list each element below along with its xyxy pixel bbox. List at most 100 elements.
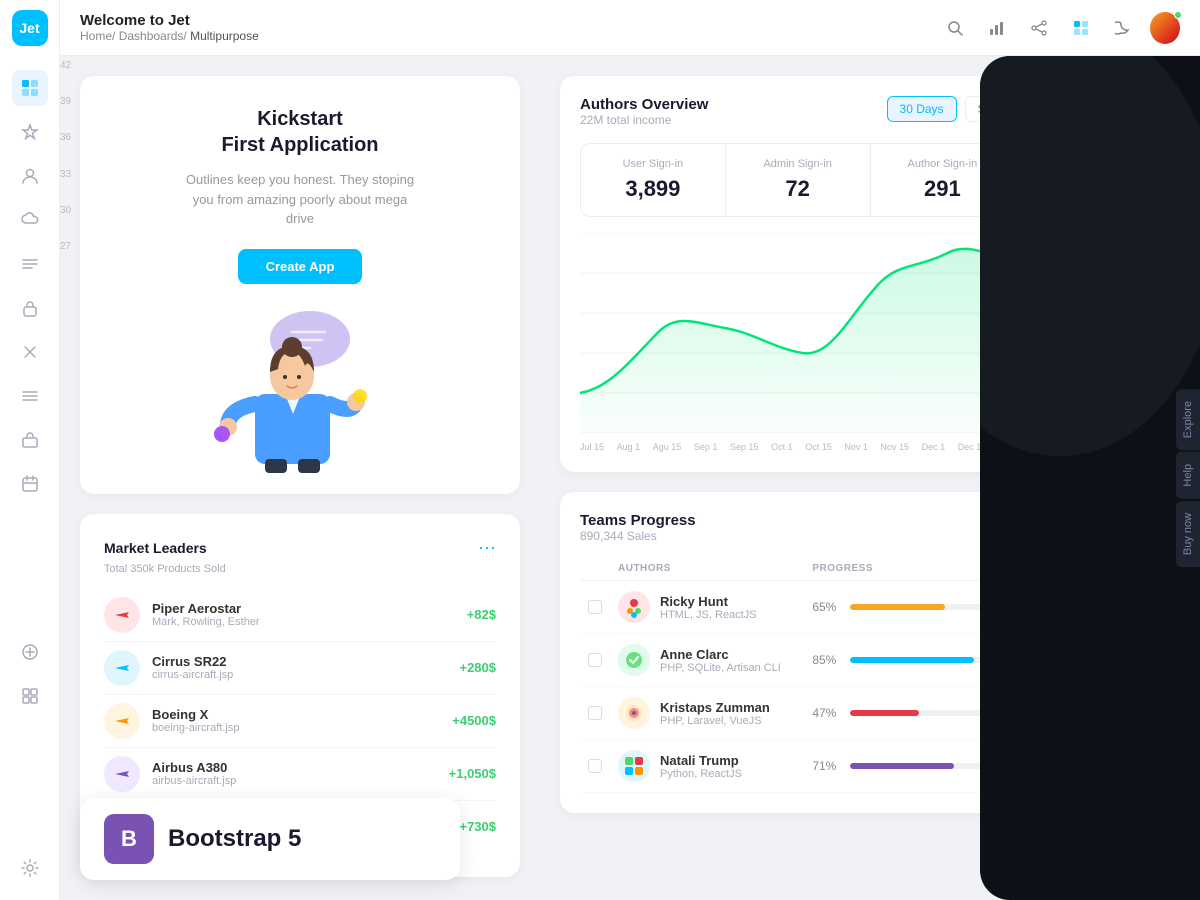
author-cell: Natali Trump Python, ReactJS	[610, 740, 804, 793]
progress-bar	[850, 710, 996, 716]
author-info: Ricky Hunt HTML, JS, ReactJS	[660, 594, 757, 621]
moon-icon[interactable]	[1108, 13, 1138, 43]
market-item-value: +1,050$	[449, 766, 496, 781]
progress-bar	[850, 657, 996, 663]
row-checkbox[interactable]	[588, 600, 602, 614]
row-checkbox[interactable]	[588, 759, 602, 773]
market-item-sub: Mark, Rowling, Esther	[152, 616, 467, 628]
stat-admin-signin: Admin Sign-in 72	[726, 144, 870, 216]
author-tech: PHP, Laravel, VueJS	[660, 715, 770, 727]
sidebar-item-star[interactable]	[12, 114, 48, 150]
author-tech: Python, ReactJS	[660, 768, 742, 780]
sidebar-item-close[interactable]	[12, 334, 48, 370]
breadcrumb-home[interactable]: Home/	[80, 29, 115, 43]
author-name: Ricky Hunt	[660, 594, 757, 609]
bootstrap-icon: B	[104, 814, 154, 864]
progress-fill	[850, 763, 954, 769]
breadcrumb-dashboards[interactable]: Dashboards/	[119, 29, 187, 43]
market-item-sub: boeing-aircraft.jsp	[152, 722, 452, 734]
market-title: Market Leaders	[104, 540, 207, 556]
market-item-value: +280$	[459, 660, 496, 675]
market-logo	[104, 597, 140, 633]
author-name: Natali Trump	[660, 753, 742, 768]
market-item-value: +4500$	[452, 713, 496, 728]
header-actions	[940, 13, 1180, 43]
side-tab-buynow[interactable]: Buy now	[1176, 501, 1200, 567]
dark-curve-decoration	[980, 56, 1200, 456]
author-avatar	[618, 591, 650, 623]
row-checkbox[interactable]	[588, 653, 602, 667]
sidebar-item-settings[interactable]	[12, 850, 48, 886]
market-item-sub: cirrus-aircraft.jsp	[152, 669, 459, 681]
market-item-info: Cirrus SR22 cirrus-aircraft.jsp	[152, 654, 459, 681]
sidebar-item-cloud[interactable]	[12, 202, 48, 238]
row-checkbox-cell	[580, 740, 610, 793]
sidebar-item-menu[interactable]	[12, 378, 48, 414]
sidebar-item-lock[interactable]	[12, 290, 48, 326]
market-item-name: Cirrus SR22	[152, 654, 459, 669]
sidebar-item-calendar[interactable]	[12, 466, 48, 502]
progress-fill	[850, 710, 919, 716]
dark-panel	[980, 56, 1200, 900]
header-title-section: Welcome to Jet Home/ Dashboards/ Multipu…	[80, 12, 940, 43]
col-authors: AUTHORS	[610, 557, 768, 581]
side-tab-help[interactable]: Help	[1176, 452, 1200, 499]
share-icon[interactable]	[1024, 13, 1054, 43]
market-item-value: +82$	[467, 607, 496, 622]
teams-sales: 890,344 Sales	[580, 529, 983, 543]
teams-info: Teams Progress 890,344 Sales	[580, 512, 983, 543]
progress-fill	[850, 657, 974, 663]
market-logo	[104, 703, 140, 739]
sidebar-item-user[interactable]	[12, 158, 48, 194]
user-avatar[interactable]	[1150, 13, 1180, 43]
author-name: Anne Clarc	[660, 647, 781, 662]
sidebar-logo[interactable]: Jet	[12, 10, 48, 46]
sidebar-item-dashboard[interactable]	[12, 70, 48, 106]
author-info: Natali Trump Python, ReactJS	[660, 753, 742, 780]
sidebar-item-integrate[interactable]	[12, 634, 48, 670]
side-tab-explore[interactable]: Explore	[1176, 389, 1200, 450]
illustration	[200, 304, 400, 474]
market-item: Boeing X boeing-aircraft.jsp +4500$	[104, 695, 496, 748]
page-title: Welcome to Jet	[80, 12, 940, 29]
col-spacer	[768, 557, 805, 581]
progress-cell: 71%	[804, 740, 1004, 793]
row-checkbox-cell	[580, 687, 610, 740]
author-avatar	[618, 750, 650, 782]
main-area: Welcome to Jet Home/ Dashboards/ Multipu…	[60, 0, 1200, 900]
market-item-value: +730$	[459, 819, 496, 834]
progress-cell: 85%	[804, 634, 1004, 687]
content-area: Kickstart First Application Outlines kee…	[60, 56, 1200, 900]
progress-container: 71%	[812, 759, 996, 773]
search-icon[interactable]	[940, 13, 970, 43]
period-30days[interactable]: 30 Days	[887, 96, 957, 122]
progress-cell: 47%	[804, 687, 1004, 740]
left-panel: Kickstart First Application Outlines kee…	[60, 56, 540, 900]
kickstart-title: Kickstart First Application	[221, 106, 378, 158]
grid-icon[interactable]	[1066, 13, 1096, 43]
market-item: Piper Aerostar Mark, Rowling, Esther +82…	[104, 589, 496, 642]
market-item-sub: airbus-aircraft.jsp	[152, 775, 449, 787]
bootstrap-label: Bootstrap 5	[168, 825, 301, 853]
breadcrumb-current: Multipurpose	[190, 29, 259, 43]
create-app-button[interactable]: Create App	[238, 249, 363, 284]
market-item-info: Airbus A380 airbus-aircraft.jsp	[152, 760, 449, 787]
author-tech: PHP, SQLite, Artisan CLI	[660, 662, 781, 674]
breadcrumb: Home/ Dashboards/ Multipurpose	[80, 29, 940, 43]
progress-fill	[850, 604, 945, 610]
kickstart-description: Outlines keep you honest. They stoping y…	[180, 170, 420, 229]
sidebar-item-format[interactable]	[12, 678, 48, 714]
sidebar-item-list[interactable]	[12, 246, 48, 282]
side-tabs: Explore Help Buy now	[1176, 389, 1200, 567]
market-logo	[104, 756, 140, 792]
teams-title: Teams Progress	[580, 512, 983, 529]
row-checkbox[interactable]	[588, 706, 602, 720]
analytics-icon[interactable]	[982, 13, 1012, 43]
progress-container: 85%	[812, 653, 996, 667]
author-cell: Anne Clarc PHP, SQLite, Artisan CLI	[610, 634, 804, 687]
progress-percent: 71%	[812, 759, 840, 773]
author-tech: HTML, JS, ReactJS	[660, 609, 757, 621]
sidebar-item-box[interactable]	[12, 422, 48, 458]
col-progress: PROGRESS	[804, 557, 1004, 581]
market-more-icon[interactable]: ⋯	[478, 538, 496, 559]
